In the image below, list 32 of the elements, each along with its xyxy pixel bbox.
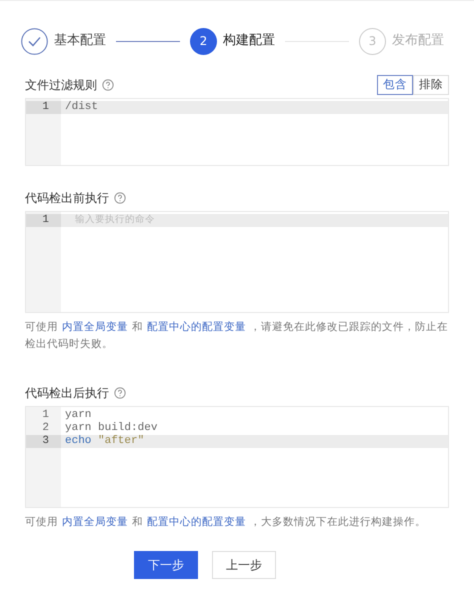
- variable-link[interactable]: 内置全局变量: [62, 516, 128, 528]
- variable-link[interactable]: 配置中心的配置变量: [147, 516, 246, 528]
- code-line: yarn build:dev: [64, 422, 158, 435]
- section-label: 代码检出后执行: [25, 385, 109, 402]
- step-label: 发布配置: [392, 32, 444, 50]
- code-line: yarn: [64, 409, 92, 422]
- variable-link[interactable]: 内置全局变量: [62, 321, 128, 333]
- variable-link[interactable]: 配置中心的配置变量: [147, 321, 246, 333]
- help-text: 可使用 内置全局变量 和 配置中心的配置变量 ，大多数情况下在此进行构建操作。: [25, 515, 427, 530]
- help-text: 可使用 内置全局变量 和 配置中心的配置变量 ，请避免在此修改已跟踪的文件，防止在检出代码时失败。: [25, 320, 449, 352]
- code-line: echo "after": [64, 435, 144, 448]
- line-number: 1: [41, 409, 50, 422]
- help-icon: [114, 192, 126, 204]
- step-label: 基本配置: [54, 32, 106, 50]
- line-number: 1: [26, 214, 61, 227]
- section-label: 文件过滤规则: [25, 77, 97, 94]
- code-editor[interactable]: 1 yarn 2 yarn build:dev 3 echo "after": [25, 406, 449, 508]
- section-label: 代码检出前执行: [25, 190, 109, 207]
- mode-toggle[interactable]: 排除: [413, 75, 449, 95]
- help-icon: [102, 79, 114, 91]
- back-button[interactable]: 上一步: [212, 551, 276, 579]
- code-line: /dist: [64, 101, 98, 114]
- next-button[interactable]: 下一步: [134, 551, 198, 579]
- step-number: 2: [190, 28, 217, 54]
- step-label: 构建配置: [223, 32, 275, 50]
- line-number: 2: [41, 422, 50, 435]
- line-number: 3: [26, 435, 61, 448]
- code-editor[interactable]: 1 /dist: [25, 98, 449, 166]
- help-icon: [114, 387, 126, 399]
- step-number: 3: [359, 28, 386, 54]
- mode-toggle[interactable]: 包含: [377, 75, 413, 95]
- line-number: 1: [26, 101, 61, 114]
